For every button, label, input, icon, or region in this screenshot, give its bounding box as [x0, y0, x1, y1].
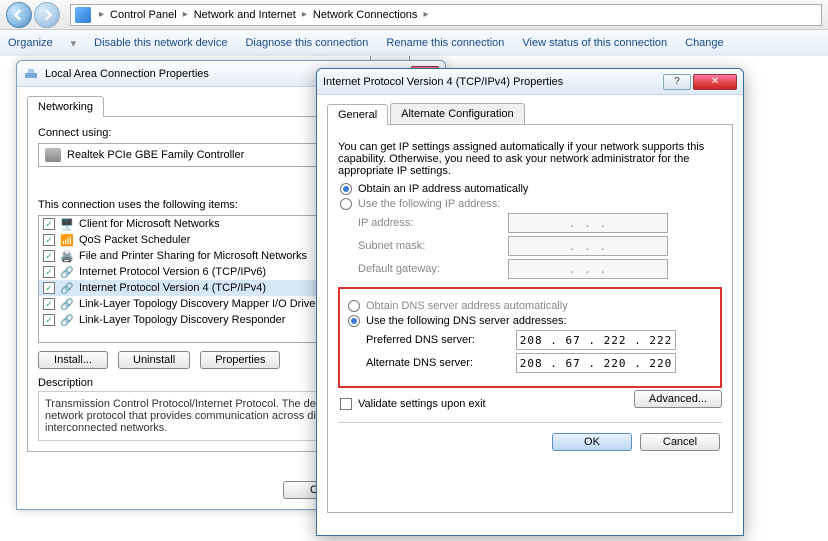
use-dns-radio[interactable]	[348, 315, 360, 327]
ipv4-titlebar[interactable]: Internet Protocol Version 4 (TCP/IPv4) P…	[317, 69, 743, 95]
back-arrow-icon	[13, 9, 25, 21]
use-ip-radio-row: Use the following IP address:	[340, 198, 722, 210]
obtain-ip-radio[interactable]	[340, 183, 352, 195]
use-ip-radio[interactable]	[340, 198, 352, 210]
gateway-label: Default gateway:	[358, 263, 508, 275]
ipv4-properties-window: Internet Protocol Version 4 (TCP/IPv4) P…	[316, 68, 744, 536]
checkbox[interactable]: ✓	[43, 282, 55, 294]
cancel-button[interactable]: Cancel	[640, 433, 720, 451]
properties-button[interactable]: Properties	[200, 351, 280, 369]
ip-address-input: . . .	[508, 213, 668, 233]
change-button[interactable]: Change	[685, 37, 724, 49]
command-bar: Organize ▾ Disable this network device D…	[0, 30, 828, 56]
intro-text: You can get IP settings assigned automat…	[338, 141, 722, 177]
diagnose-button[interactable]: Diagnose this connection	[245, 37, 368, 49]
subnet-mask-input: . . .	[508, 236, 668, 256]
use-dns-radio-row: Use the following DNS server addresses:	[348, 315, 714, 327]
adapter-name: Realtek PCIe GBE Family Controller	[67, 149, 244, 161]
checkbox[interactable]: ✓	[43, 314, 55, 326]
protocol-icon: 🔗	[59, 265, 75, 279]
disable-device-button[interactable]: Disable this network device	[94, 37, 227, 49]
lltd-icon: 🔗	[59, 297, 75, 311]
back-button[interactable]	[6, 2, 32, 28]
obtain-dns-radio[interactable]	[348, 300, 360, 312]
subnet-mask-label: Subnet mask:	[358, 240, 508, 252]
alternate-dns-label: Alternate DNS server:	[366, 357, 516, 369]
separator	[338, 422, 722, 423]
advanced-button[interactable]: Advanced...	[634, 390, 722, 408]
tab-alternate-config[interactable]: Alternate Configuration	[390, 103, 525, 124]
help-button[interactable]: ?	[663, 74, 691, 90]
obtain-ip-radio-row: Obtain an IP address automatically	[340, 183, 722, 195]
forward-button[interactable]	[34, 2, 60, 28]
ok-button[interactable]: OK	[552, 433, 632, 451]
install-button[interactable]: Install...	[38, 351, 108, 369]
breadcrumb-network-connections[interactable]: Network Connections	[311, 9, 420, 21]
chevron-right-icon: ▸	[99, 9, 104, 20]
ipv4-tabs: General Alternate Configuration	[327, 103, 733, 125]
close-button[interactable]: ✕	[693, 74, 737, 90]
checkbox[interactable]: ✓	[43, 218, 55, 230]
breadcrumb-network-internet[interactable]: Network and Internet	[192, 9, 298, 21]
breadcrumb-control-panel[interactable]: Control Panel	[108, 9, 179, 21]
nic-icon	[45, 148, 61, 162]
tab-networking[interactable]: Networking	[27, 96, 104, 117]
control-panel-icon	[75, 7, 91, 23]
checkbox[interactable]: ✓	[43, 250, 55, 262]
preferred-dns-label: Preferred DNS server:	[366, 334, 516, 346]
obtain-dns-radio-row: Obtain DNS server address automatically	[348, 300, 714, 312]
ipv4-title: Internet Protocol Version 4 (TCP/IPv4) P…	[323, 76, 661, 88]
rename-button[interactable]: Rename this connection	[386, 37, 504, 49]
alternate-dns-input[interactable]: 208 . 67 . 220 . 220	[516, 353, 676, 373]
explorer-nav-bar: ▸ Control Panel ▸ Network and Internet ▸…	[0, 0, 828, 30]
chevron-right-icon: ▸	[423, 9, 428, 20]
checkbox[interactable]: ✓	[43, 266, 55, 278]
view-status-button[interactable]: View status of this connection	[522, 37, 667, 49]
forward-arrow-icon	[41, 9, 53, 21]
network-adapter-icon	[23, 66, 39, 82]
ip-address-label: IP address:	[358, 217, 508, 229]
chevron-right-icon: ▸	[302, 9, 307, 20]
breadcrumb[interactable]: ▸ Control Panel ▸ Network and Internet ▸…	[70, 4, 822, 26]
checkbox[interactable]: ✓	[43, 298, 55, 310]
protocol-icon: 🔗	[59, 281, 75, 295]
validate-checkbox[interactable]: ✓	[340, 398, 352, 410]
validate-label[interactable]: Validate settings upon exit	[358, 398, 486, 410]
dns-highlight-box: Obtain DNS server address automatically …	[338, 287, 722, 388]
gateway-input: . . .	[508, 259, 668, 279]
share-icon: 🖨️	[59, 249, 75, 263]
tab-general[interactable]: General	[327, 104, 388, 125]
organize-menu[interactable]: Organize	[8, 37, 53, 49]
lltd-icon: 🔗	[59, 313, 75, 327]
qos-icon: 📶	[59, 233, 75, 247]
client-icon: 🖥️	[59, 217, 75, 231]
preferred-dns-input[interactable]: 208 . 67 . 222 . 222	[516, 330, 676, 350]
chevron-right-icon: ▸	[183, 9, 188, 20]
checkbox[interactable]: ✓	[43, 234, 55, 246]
uninstall-button[interactable]: Uninstall	[118, 351, 190, 369]
